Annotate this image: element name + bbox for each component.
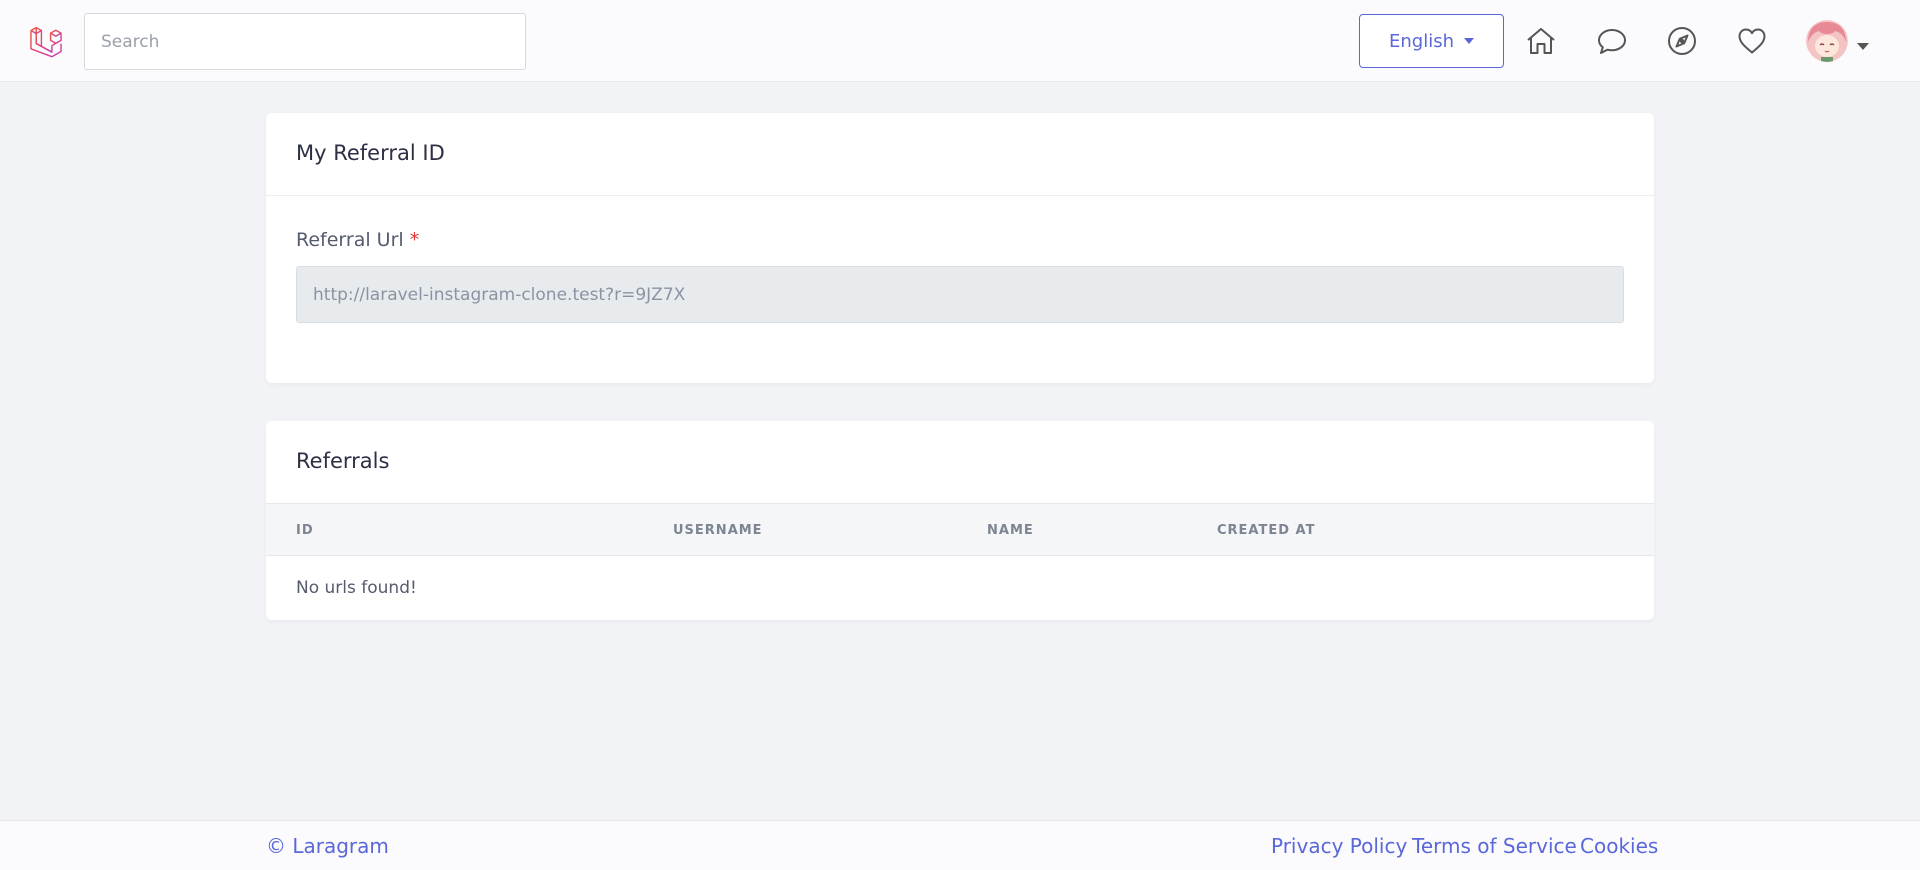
referral-url-field[interactable]: [296, 266, 1624, 323]
table-header-row: ID USERNAME NAME CREATED AT: [266, 503, 1654, 556]
compass-icon[interactable]: [1666, 25, 1698, 57]
footer: © Laragram Privacy Policy Terms of Servi…: [0, 820, 1920, 870]
referral-url-label-text: Referral Url: [296, 229, 404, 251]
terms-of-service-link[interactable]: Terms of Service: [1412, 834, 1577, 858]
privacy-policy-link[interactable]: Privacy Policy: [1271, 834, 1407, 858]
card-title: My Referral ID: [296, 141, 445, 165]
chat-icon[interactable]: [1596, 25, 1628, 57]
column-header-id: ID: [296, 523, 314, 538]
language-dropdown-button[interactable]: English: [1359, 14, 1504, 68]
cookies-link[interactable]: Cookies: [1580, 834, 1658, 858]
top-navbar: English: [0, 0, 1920, 82]
referral-url-label: Referral Url *: [296, 229, 419, 251]
column-header-name: NAME: [987, 523, 1034, 538]
heart-icon[interactable]: [1736, 25, 1768, 57]
card-title: Referrals: [296, 449, 390, 473]
laravel-logo-icon[interactable]: [28, 24, 64, 58]
chevron-down-icon: [1464, 38, 1474, 44]
avatar-dropdown-icon[interactable]: [1857, 35, 1869, 54]
column-header-username: USERNAME: [673, 523, 763, 538]
referral-id-card: My Referral ID Referral Url *: [266, 113, 1654, 383]
footer-brand-link[interactable]: © Laragram: [266, 834, 389, 858]
language-label: English: [1389, 30, 1454, 52]
referrals-card: Referrals ID USERNAME NAME CREATED AT No…: [266, 421, 1654, 620]
search-input[interactable]: [84, 13, 526, 70]
divider: [266, 195, 1654, 196]
required-marker: *: [409, 229, 420, 251]
column-header-created-at: CREATED AT: [1217, 523, 1316, 538]
home-icon[interactable]: [1525, 25, 1557, 57]
empty-table-message: No urls found!: [296, 578, 417, 598]
avatar[interactable]: [1806, 20, 1848, 62]
